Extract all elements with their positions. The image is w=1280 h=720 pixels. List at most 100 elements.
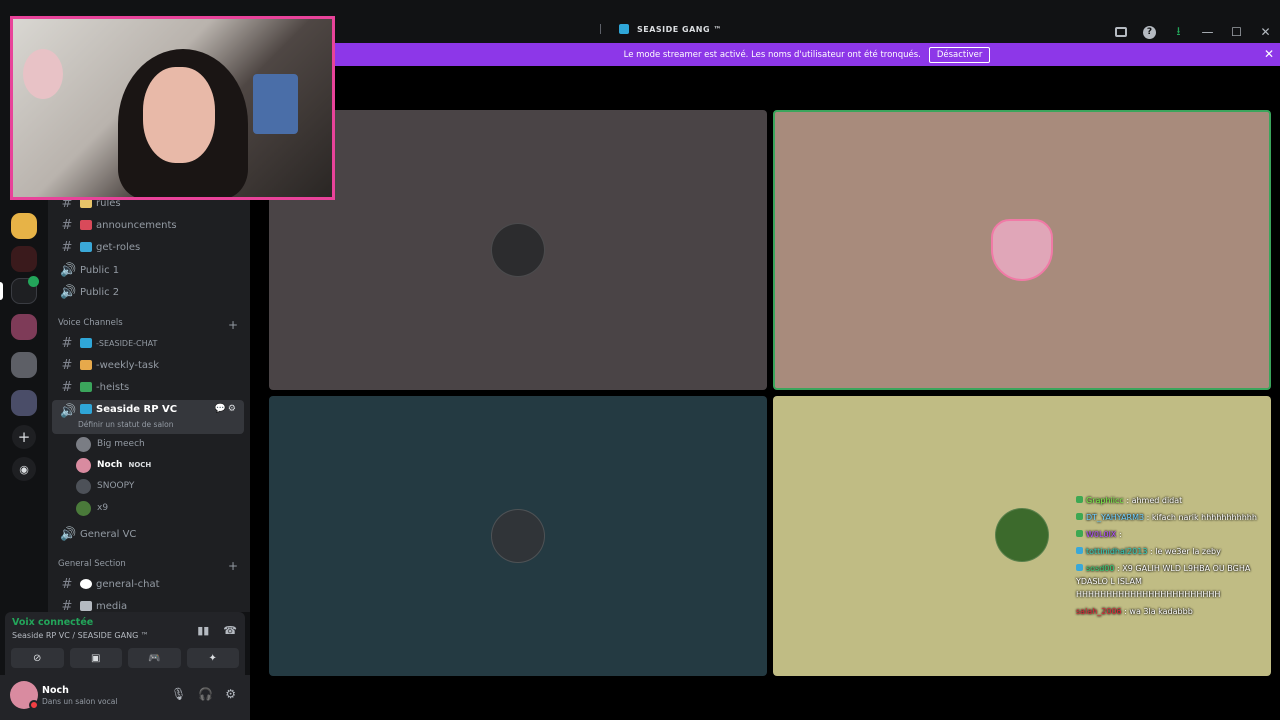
server-icon-3[interactable]: [11, 276, 39, 304]
channel-label: -heists: [96, 381, 130, 393]
avatar: [76, 478, 91, 494]
channel-emoji-icon: [80, 601, 92, 611]
download-icon: ⭳: [1176, 23, 1181, 38]
camera-off-button[interactable]: ⊘: [11, 648, 64, 668]
channel-get-roles[interactable]: # get-roles: [52, 236, 244, 258]
channel-actions[interactable]: 💬⚙: [215, 404, 238, 414]
participant-avatar: [491, 509, 545, 563]
selected-server-indicator: [0, 282, 3, 300]
voice-active-icon: [28, 276, 39, 287]
chat-line: salah_2006 : wa 3la kadabbb: [1076, 605, 1266, 618]
webcam-background: [253, 74, 298, 134]
channel-public-1[interactable]: 🔊 Public 1: [52, 259, 244, 281]
user-status: Dans un salon vocal: [42, 697, 118, 706]
avatar: [76, 436, 91, 452]
add-server-icon[interactable]: +: [12, 425, 36, 449]
channel-label: -weekly-task: [96, 359, 160, 371]
channel-seaside-chat[interactable]: # -SEASIDE-CHAT: [52, 332, 244, 354]
category-general-section[interactable]: General Section +: [58, 559, 238, 573]
chat-message: : le we3er la zeby: [1150, 547, 1221, 556]
channel-emoji-icon: [80, 382, 92, 392]
participant-tile-4[interactable]: Graphiicc : ahmed didat DT_YAHYARM3 : ki…: [773, 396, 1271, 676]
chat-username: salah_2006: [1076, 607, 1122, 616]
server-icon-2[interactable]: [11, 246, 37, 272]
participant-avatar: [991, 219, 1053, 281]
voice-server-name: SEASIDE GANG ™: [77, 631, 149, 640]
voice-user-snoopy[interactable]: SNOOPY: [76, 476, 134, 496]
chat-badge-icon: [1076, 496, 1083, 503]
explore-icon[interactable]: ◉: [12, 457, 36, 481]
soundboard-button[interactable]: ✦: [186, 648, 239, 668]
server-title: SEASIDE GANG ™: [600, 24, 722, 34]
channel-status-text[interactable]: Définir un statut de salon: [78, 420, 173, 429]
chat-username: tottinidhal2013: [1086, 547, 1148, 556]
user-avatar[interactable]: [10, 681, 39, 710]
close-icon: ✕: [1260, 25, 1271, 39]
activities-button[interactable]: 🎮: [128, 648, 181, 668]
voice-status[interactable]: Voix connectée: [12, 617, 93, 628]
screen-share-button[interactable]: ▣: [69, 648, 122, 668]
hash-icon: #: [61, 357, 73, 373]
category-voice-channels[interactable]: Voice Channels +: [58, 318, 238, 332]
user-name[interactable]: Noch: [42, 685, 69, 696]
inbox-button[interactable]: [1106, 22, 1135, 42]
server-folder-1[interactable]: [11, 314, 37, 340]
server-icon-1[interactable]: [11, 213, 37, 239]
server-icon: [619, 24, 629, 34]
channel-label: Public 2: [80, 286, 120, 298]
voice-user-name: x9: [97, 503, 109, 513]
channel-label: get-roles: [96, 241, 141, 253]
hash-icon: #: [61, 217, 73, 233]
channel-emoji-icon: [80, 360, 92, 370]
close-window-button[interactable]: ✕: [1251, 22, 1280, 42]
participant-avatar: [995, 508, 1049, 562]
headphones-icon[interactable]: 🎧: [198, 687, 213, 701]
hash-icon: #: [61, 379, 73, 395]
stream-chat-overlay: Graphiicc : ahmed didat DT_YAHYARM3 : ki…: [1076, 494, 1266, 622]
status-dot-icon: [29, 700, 39, 710]
maximize-button[interactable]: ☐: [1222, 22, 1251, 42]
signal-icon[interactable]: ▮▮: [197, 624, 209, 637]
settings-gear-icon[interactable]: ⚙: [225, 687, 236, 701]
disable-streamer-button[interactable]: Désactiver: [928, 46, 991, 63]
participant-tile-1[interactable]: [269, 110, 767, 390]
voice-user-x9[interactable]: x9: [76, 498, 108, 518]
avatar: [76, 457, 91, 473]
minimize-button[interactable]: —: [1193, 22, 1222, 42]
channel-general-chat[interactable]: # general-chat: [52, 573, 244, 595]
disconnect-icon[interactable]: ☎: [223, 624, 237, 637]
speaker-icon: 🔊: [60, 262, 77, 278]
speaker-icon: 🔊: [60, 404, 77, 419]
hash-icon: #: [61, 335, 73, 351]
chat-line: W0L0IX :: [1076, 528, 1266, 541]
banner-close-icon[interactable]: ✕: [1264, 47, 1274, 61]
server-folder-2[interactable]: [11, 352, 37, 378]
channel-announcements[interactable]: # announcements: [52, 214, 244, 236]
participant-tile-2-speaking[interactable]: [773, 110, 1271, 390]
chat-username: sosd00: [1086, 564, 1115, 573]
channel-label: -SEASIDE-CHAT: [96, 338, 158, 348]
help-button[interactable]: ?: [1135, 22, 1164, 42]
banner-text: Le mode streamer est activé. Les noms d'…: [623, 49, 921, 60]
voice-channel-path[interactable]: Seaside RP VC / SEASIDE GANG ™: [12, 631, 149, 640]
chat-message: : wa 3la kadabbb: [1124, 607, 1193, 616]
chat-username: W0L0IX: [1086, 530, 1117, 539]
user-controls: 🎙 🎧 ⚙: [171, 687, 236, 701]
add-channel-icon[interactable]: +: [228, 559, 238, 573]
chat-line: tottinidhal2013 : le we3er la zeby: [1076, 545, 1266, 558]
channel-seaside-rp-vc[interactable]: 🔊 Seaside RP VC Définir un statut de salo…: [52, 400, 244, 434]
download-button[interactable]: ⭳: [1164, 22, 1193, 42]
channel-general-vc[interactable]: 🔊 General VC: [52, 523, 244, 545]
channel-weekly-task[interactable]: # -weekly-task: [52, 354, 244, 376]
channel-public-2[interactable]: 🔊 Public 2: [52, 281, 244, 303]
channel-heists[interactable]: # -heists: [52, 376, 244, 398]
channel-emoji-icon: [80, 338, 92, 348]
voice-user-big-meech[interactable]: Big meech: [76, 434, 145, 454]
add-channel-icon[interactable]: +: [228, 318, 238, 332]
participant-tile-3[interactable]: [269, 396, 767, 676]
voice-user-noch[interactable]: Noch NOCH: [76, 455, 151, 475]
microphone-icon[interactable]: 🎙: [171, 687, 186, 701]
server-folder-3[interactable]: [11, 390, 37, 416]
chat-line: Graphiicc : ahmed didat: [1076, 494, 1266, 507]
camera-off-icon: ⊘: [33, 652, 42, 664]
